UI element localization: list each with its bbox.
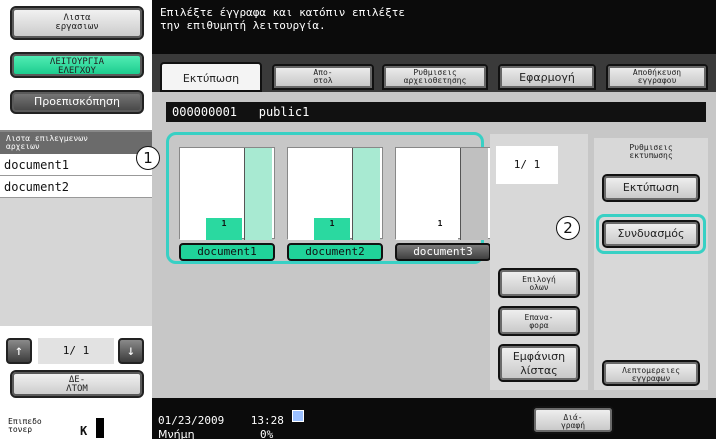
datetime: 01/23/2009 13:28 — [158, 414, 284, 427]
page-stack — [460, 148, 488, 240]
page-indicator: 1/ 1 — [38, 338, 114, 364]
document-details-button[interactable]: Λεπτομερειες εγγραφων — [602, 360, 700, 386]
tab-label: Εφαρμογή — [519, 71, 575, 84]
tab-bar: Εκτύπωση Απο- στολ Ρυθμισεις αρχειοθετησ… — [152, 54, 716, 92]
document-area: 1 document1 1 document2 1 document3 — [166, 132, 491, 264]
page-count: 1 — [206, 218, 242, 240]
print-label: Εκτύπωση — [622, 181, 680, 194]
document-page-indicator: 1/ 1 — [496, 146, 558, 184]
select-all-label: Επιλογή ολων — [522, 275, 556, 292]
select-all-button[interactable]: Επιλογή ολων — [498, 268, 580, 298]
network-icon — [292, 410, 304, 422]
list-item[interactable]: document1 — [0, 154, 152, 176]
status-bar: 01/23/2009 13:28 Μνήμη 0% Διά- γραφή — [152, 398, 716, 439]
close-label: Διά- γραφή — [560, 413, 586, 430]
box-name: public1 — [258, 105, 310, 119]
instruction-text: Επιλέξτε έγγραφα και κατόπιν επιλέξτε τη… — [160, 6, 406, 32]
message-bar: Επιλέξτε έγγραφα και κατόπιν επιλέξτε τη… — [152, 0, 716, 54]
tab-label: Ρυθμισεις αρχειοθετησης — [403, 68, 467, 85]
preview-label: Προεπισκόπηση — [34, 95, 120, 108]
tab-print[interactable]: Εκτύπωση — [160, 62, 262, 92]
document-details-label: Λεπτομερειες εγγραφων — [622, 366, 680, 383]
combine-button[interactable]: Συνδυασμός — [602, 220, 700, 248]
memory-label: Μνήμη — [158, 428, 195, 439]
reset-button[interactable]: Επανα- φορα — [498, 306, 580, 336]
show-list-label: Εμφάνιση λίστας — [512, 350, 566, 377]
toner-color: K — [80, 424, 88, 438]
selected-files-panel: Λιστα επιλεγμενων αρχειων document1 docu… — [0, 130, 152, 326]
document-thumbnail[interactable]: 1 — [287, 147, 383, 240]
job-list-label: Λιστα εργασιων — [55, 13, 99, 32]
toner-bar — [96, 418, 104, 438]
tab-save-document[interactable]: Αποθήκευση εγγραφου — [606, 64, 708, 90]
print-settings-label: Ρυθμισεις εκτυπωσης — [629, 143, 673, 160]
toner-indicator: Επιπεδο τονερ K — [0, 404, 152, 439]
preview-button[interactable]: Προεπισκόπηση — [10, 90, 144, 114]
page-stack — [352, 148, 380, 240]
tab-label: Εκτύπωση — [182, 72, 240, 85]
document-thumbnail[interactable]: 1 — [179, 147, 275, 240]
reset-label: Επανα- φορα — [524, 313, 554, 330]
selected-files-header: Λιστα επιλεγμενων αρχειων — [0, 132, 152, 154]
document-actions-panel: 1/ 1 Επιλογή ολων Επανα- φορα Εμφάνιση λ… — [490, 134, 588, 390]
main-panel: Εκτύπωση Απο- στολ Ρυθμισεις αρχειοθετησ… — [136, 54, 716, 398]
document-thumbnail[interactable]: 1 — [395, 147, 491, 240]
combine-label: Συνδυασμός — [617, 227, 685, 240]
page-stack — [244, 148, 272, 240]
down-arrow-icon[interactable]: ↓ — [118, 338, 144, 364]
callout-1: 1 — [136, 146, 160, 170]
list-item[interactable]: document2 — [0, 176, 152, 198]
page-count: 1 — [314, 218, 350, 240]
left-sidebar: Λιστα εργασιων ΛΕΙΤΟΥΡΓΙΑ ΕΛΕΓΧΟΥ Προεπι… — [0, 0, 152, 439]
utility-button[interactable]: ΛΕΙΤΟΥΡΓΙΑ ΕΛΕΓΧΟΥ — [10, 52, 144, 78]
document-label[interactable]: document2 — [287, 243, 383, 261]
document-label[interactable]: document3 — [395, 243, 491, 261]
print-settings-panel: Ρυθμισεις εκτυπωσης Εκτύπωση Συνδυασμός … — [594, 138, 708, 390]
print-button[interactable]: Εκτύπωση — [602, 174, 700, 202]
tab-send[interactable]: Απο- στολ — [272, 64, 374, 90]
callout-2: 2 — [556, 216, 580, 240]
file-pager: ↑ 1/ 1 ↓ — [6, 338, 146, 364]
utility-label: ΛΕΙΤΟΥΡΓΙΑ ΕΛΕΓΧΟΥ — [49, 57, 105, 76]
up-arrow-icon[interactable]: ↑ — [6, 338, 32, 364]
tab-file-settings[interactable]: Ρυθμισεις αρχειοθετησης — [382, 64, 488, 90]
close-button[interactable]: Διά- γραφή — [532, 406, 614, 434]
page-count: 1 — [422, 218, 458, 240]
toner-label: Επιπεδο τονερ — [8, 417, 42, 434]
tab-apply[interactable]: Εφαρμογή — [498, 64, 596, 90]
show-list-button[interactable]: Εμφάνιση λίστας — [498, 344, 580, 382]
box-info-bar: 000000001 public1 — [166, 102, 706, 122]
memory-value: 0% — [260, 428, 274, 439]
tab-label: Απο- στολ — [313, 68, 333, 85]
job-list-button[interactable]: Λιστα εργασιων — [10, 6, 144, 40]
tab-label: Αποθήκευση εγγραφου — [632, 68, 682, 85]
delete-label: ΔΕ- ΛΤΟΜ — [66, 375, 88, 394]
document-label[interactable]: document1 — [179, 243, 275, 261]
delete-button[interactable]: ΔΕ- ΛΤΟΜ — [10, 370, 144, 398]
box-number: 000000001 — [172, 105, 238, 119]
